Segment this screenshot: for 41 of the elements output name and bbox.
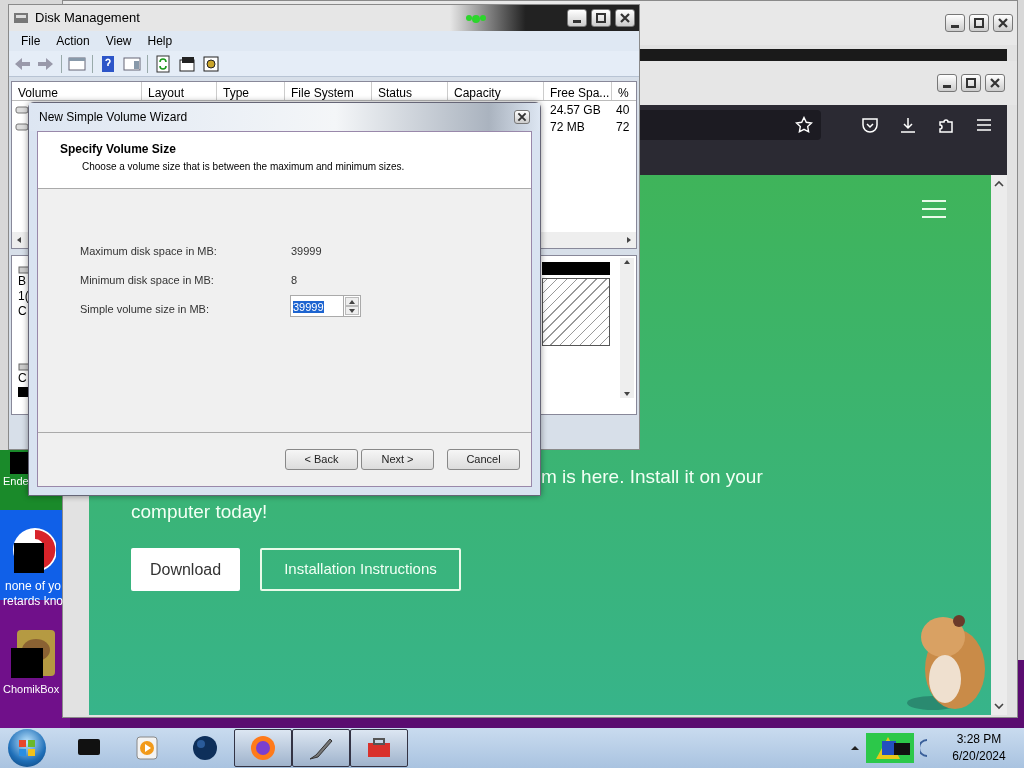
clock-time[interactable]: 3:28 PM (956, 731, 1002, 748)
field-label: Maximum disk space in MB: (80, 244, 218, 256)
menu-item[interactable]: Help (139, 32, 181, 50)
hero-text: computer today! (131, 499, 269, 524)
disk-label: C (18, 304, 27, 319)
column-header[interactable]: Type (217, 82, 285, 100)
field-label: Simple volume size in MB: (80, 302, 210, 317)
field-value: 39999 (291, 244, 322, 256)
menu-item[interactable]: View (97, 32, 140, 50)
dialog-heading: Specify Volume Size (60, 141, 177, 158)
disk-label: C (18, 371, 27, 385)
column-header[interactable]: File System (285, 82, 372, 100)
disk-label: B (18, 274, 26, 289)
menu-item[interactable]: Action (48, 32, 98, 50)
icon-label[interactable]: Ende (3, 474, 29, 489)
menu-item[interactable]: File (13, 32, 49, 50)
dialog-title: New Simple Volume Wizard (39, 109, 188, 126)
next-button[interactable]: Next > (361, 449, 434, 470)
column-header[interactable]: % (612, 82, 632, 100)
table-cell-text: 40 (615, 101, 631, 119)
dialog-subtitle: Choose a volume size that is between the maximum and minimum sizes. (81, 160, 406, 174)
column-header[interactable]: Volume (12, 82, 142, 100)
field-value: 8 (291, 273, 298, 285)
disk-label: 1( (18, 289, 29, 304)
icon-label[interactable]: none of yo retards kno (1, 579, 65, 609)
column-header[interactable]: Status (372, 82, 448, 100)
column-header[interactable]: Capacity (448, 82, 544, 100)
column-header[interactable]: Layout (142, 82, 217, 100)
window-title: Disk Management (35, 9, 140, 28)
column-header[interactable]: Free Spa... (544, 82, 612, 100)
icon-label[interactable]: ChomikBox (3, 682, 60, 697)
download-button[interactable]: Download (131, 548, 240, 591)
field-label: Minimum disk space in MB: (80, 273, 215, 285)
clock-date[interactable]: 6/20/2024 (952, 748, 1006, 765)
cancel-button[interactable]: Cancel (447, 449, 520, 470)
hero-text: m is here. Install it on your (541, 465, 764, 489)
table-cell-text: 72 (615, 118, 631, 136)
back-button[interactable]: < Back (285, 449, 358, 470)
table-cell-text: 24.57 GB (549, 101, 602, 119)
table-cell-text: 72 MB (549, 118, 586, 136)
size-field[interactable]: 39999 (290, 295, 344, 317)
